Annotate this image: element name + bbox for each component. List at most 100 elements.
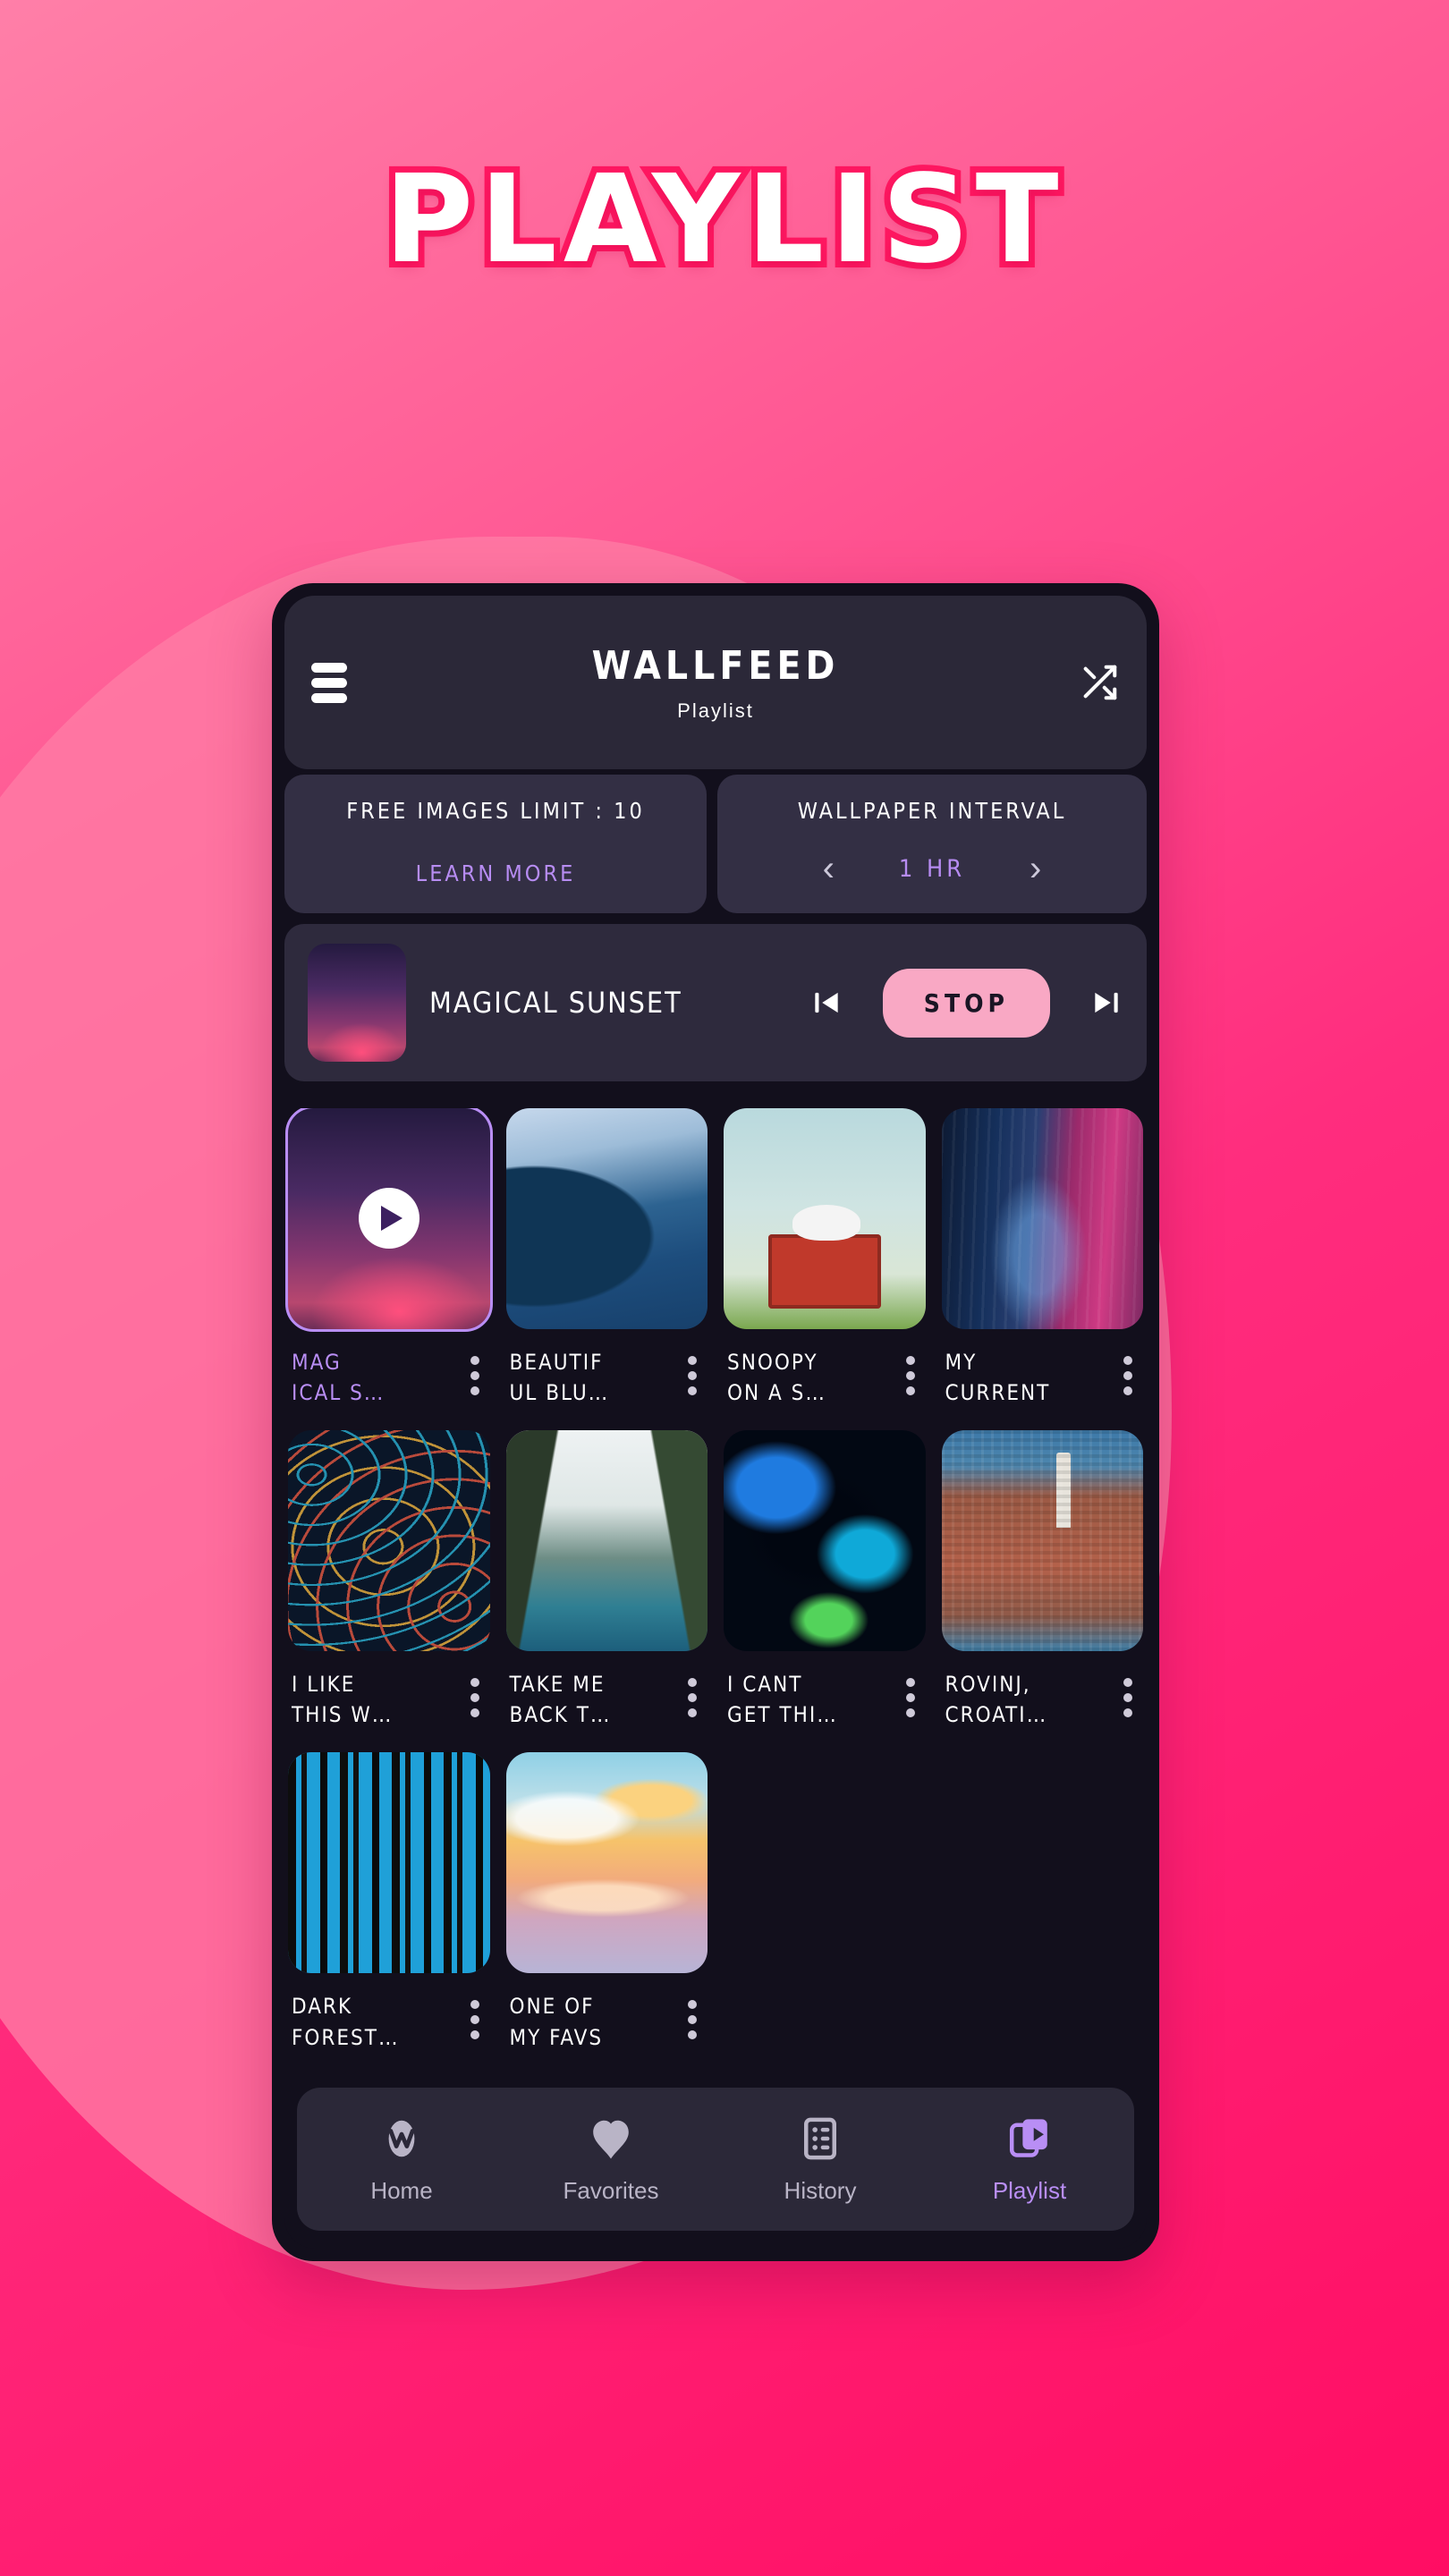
wallpaper-artwork xyxy=(505,1430,708,1651)
hamburger-icon[interactable] xyxy=(311,662,347,703)
now-playing-title: MAGICAL SUNSET xyxy=(429,986,682,1020)
learn-more-link[interactable]: LEARN MORE xyxy=(416,860,576,886)
nav-item-home[interactable]: Home xyxy=(297,2114,506,2205)
wallpaper-thumbnail[interactable] xyxy=(288,1430,490,1651)
wallpaper-title: BEAUTIF UL BLU… xyxy=(509,1349,610,1406)
wallpaper-artwork xyxy=(288,1752,490,1973)
wallpaper-thumbnail[interactable] xyxy=(505,1752,708,1973)
tile-meta: ROVINJ, CROATI… xyxy=(942,1669,1144,1732)
page-title: PLAYLIST xyxy=(377,149,1065,291)
tile-meta: DARK FOREST… xyxy=(288,1991,490,2054)
wallpaper-thumbnail[interactable] xyxy=(941,1430,1143,1651)
tile-meta: SNOOPY ON A S… xyxy=(724,1347,926,1410)
more-vertical-icon[interactable] xyxy=(470,1999,479,2039)
wallpaper-tile[interactable]: BEAUTIF UL BLU… xyxy=(505,1108,708,1409)
wallpaper-tile[interactable]: TAKE ME BACK T… xyxy=(505,1430,708,1732)
wallpaper-tile[interactable]: DARK FOREST… xyxy=(288,1752,490,2053)
wallpaper-title: DARK FOREST… xyxy=(292,1993,400,2050)
more-vertical-icon[interactable] xyxy=(470,1355,479,1395)
wallpaper-title: TAKE ME BACK T… xyxy=(509,1671,612,1728)
app-title: WALLFEED xyxy=(591,642,840,689)
tile-meta: I LIKE THIS W… xyxy=(288,1669,490,1732)
more-vertical-icon[interactable] xyxy=(905,1355,915,1395)
wallpaper-artwork xyxy=(288,1430,490,1651)
playlist-icon xyxy=(1005,2114,1054,2163)
app-screen: WALLFEED Playlist FREE IMAGES LIMIT : 10… xyxy=(284,596,1147,2249)
wallpaper-title: I LIKE THIS W… xyxy=(292,1671,394,1728)
now-playing-bar: MAGICAL SUNSET STOP xyxy=(284,924,1147,1081)
wallpaper-thumbnail[interactable] xyxy=(505,1108,708,1329)
more-vertical-icon[interactable] xyxy=(470,1677,479,1717)
wallpaper-tile[interactable]: ONE OF MY FAVS xyxy=(505,1752,708,2054)
now-playing-thumbnail xyxy=(308,944,406,1062)
phone-mockup: WALLFEED Playlist FREE IMAGES LIMIT : 10… xyxy=(272,583,1159,2261)
free-images-limit-card: FREE IMAGES LIMIT : 10 LEARN MORE xyxy=(284,775,707,913)
wallpaper-artwork xyxy=(941,1108,1143,1329)
wallpaper-grid: MAG ICAL S… BEAUTIF UL BLU… SNOOPY ON A S…… xyxy=(285,1108,1144,2054)
stop-button[interactable]: STOP xyxy=(882,968,1050,1038)
wallpaper-thumbnail[interactable] xyxy=(505,1430,708,1651)
history-list-icon xyxy=(796,2114,844,2163)
wallpaper-tile[interactable]: ROVINJ, CROATI… xyxy=(941,1430,1144,1732)
wallpaper-artwork xyxy=(724,1108,926,1329)
wallpaper-interval-label: WALLPAPER INTERVAL xyxy=(797,798,1067,824)
wallpaper-thumbnail[interactable] xyxy=(285,1108,493,1332)
heart-icon xyxy=(587,2114,635,2163)
nav-item-label: Home xyxy=(370,2176,433,2204)
tile-meta: ONE OF MY FAVS xyxy=(506,1991,708,2054)
wallpaper-thumbnail[interactable] xyxy=(941,1108,1143,1329)
more-vertical-icon[interactable] xyxy=(1123,1355,1132,1395)
wallpaper-title: I CANT GET THI… xyxy=(727,1671,838,1728)
nav-item-label: Favorites xyxy=(563,2176,659,2204)
wallpaper-title: ROVINJ, CROATI… xyxy=(945,1671,1048,1728)
nav-item-history[interactable]: History xyxy=(716,2114,925,2205)
app-bar: WALLFEED Playlist xyxy=(284,596,1147,769)
chevron-left-icon[interactable]: ‹ xyxy=(823,851,835,886)
wallpaper-artwork xyxy=(724,1430,926,1651)
more-vertical-icon[interactable] xyxy=(688,1355,697,1395)
bottom-navigation: Home Favorites History Playlist xyxy=(297,2088,1134,2231)
wallpaper-title: MAG ICAL S… xyxy=(292,1349,386,1406)
tile-meta: I CANT GET THI… xyxy=(724,1669,926,1732)
free-images-limit-label: FREE IMAGES LIMIT : 10 xyxy=(346,798,645,824)
settings-row: FREE IMAGES LIMIT : 10 LEARN MORE WALLPA… xyxy=(284,775,1147,913)
nav-item-favorites[interactable]: Favorites xyxy=(506,2114,716,2205)
chevron-right-icon[interactable]: › xyxy=(1030,851,1041,886)
wallpaper-artwork xyxy=(941,1430,1143,1651)
wallpaper-interval-card: WALLPAPER INTERVAL ‹ 1 HR › xyxy=(717,775,1147,913)
tile-meta: MAG ICAL S… xyxy=(288,1347,490,1410)
more-vertical-icon[interactable] xyxy=(688,1677,697,1717)
skip-next-icon[interactable] xyxy=(1089,986,1123,1020)
wallpaper-thumbnail[interactable] xyxy=(724,1430,926,1651)
wallpaper-thumbnail[interactable] xyxy=(288,1752,490,1973)
interval-value: 1 HR xyxy=(898,854,966,883)
shuffle-icon[interactable] xyxy=(1079,662,1120,703)
tile-meta: TAKE ME BACK T… xyxy=(506,1669,708,1732)
play-icon[interactable] xyxy=(358,1188,419,1250)
wallpaper-tile[interactable]: I CANT GET THI… xyxy=(724,1430,926,1731)
tile-meta: MY CURRENT xyxy=(942,1347,1144,1410)
skip-previous-icon[interactable] xyxy=(809,986,843,1020)
nav-item-playlist[interactable]: Playlist xyxy=(925,2114,1134,2205)
more-vertical-icon[interactable] xyxy=(688,1999,697,2039)
nav-item-label: Playlist xyxy=(992,2176,1067,2204)
wallpaper-tile[interactable]: SNOOPY ON A S… xyxy=(724,1108,926,1409)
wallpaper-tile[interactable]: MAG ICAL S… xyxy=(285,1108,493,1410)
interval-stepper: ‹ 1 HR › xyxy=(730,851,1134,886)
wallpaper-title: SNOOPY ON A S… xyxy=(727,1349,826,1406)
more-vertical-icon[interactable] xyxy=(905,1677,915,1717)
wallfeed-logo-icon xyxy=(377,2114,426,2163)
wallpaper-thumbnail[interactable] xyxy=(724,1108,926,1329)
wallpaper-artwork xyxy=(505,1108,708,1329)
more-vertical-icon[interactable] xyxy=(1123,1677,1132,1717)
wallpaper-title: MY CURRENT xyxy=(945,1349,1051,1406)
wallpaper-tile[interactable]: MY CURRENT xyxy=(941,1108,1144,1410)
wallpaper-title: ONE OF MY FAVS xyxy=(509,1993,604,2050)
wallpaper-artwork xyxy=(505,1752,708,1973)
app-subtitle: Playlist xyxy=(677,699,754,722)
nav-item-label: History xyxy=(784,2176,857,2204)
screenshot-root: PLAYLIST WALLFEED Playlist FREE IMAGES L… xyxy=(0,0,1449,2576)
wallpaper-grid-scroll[interactable]: MAG ICAL S… BEAUTIF UL BLU… SNOOPY ON A S…… xyxy=(284,1108,1147,2088)
wallpaper-tile[interactable]: I LIKE THIS W… xyxy=(288,1430,490,1731)
app-bar-titles: WALLFEED Playlist xyxy=(284,596,1147,769)
